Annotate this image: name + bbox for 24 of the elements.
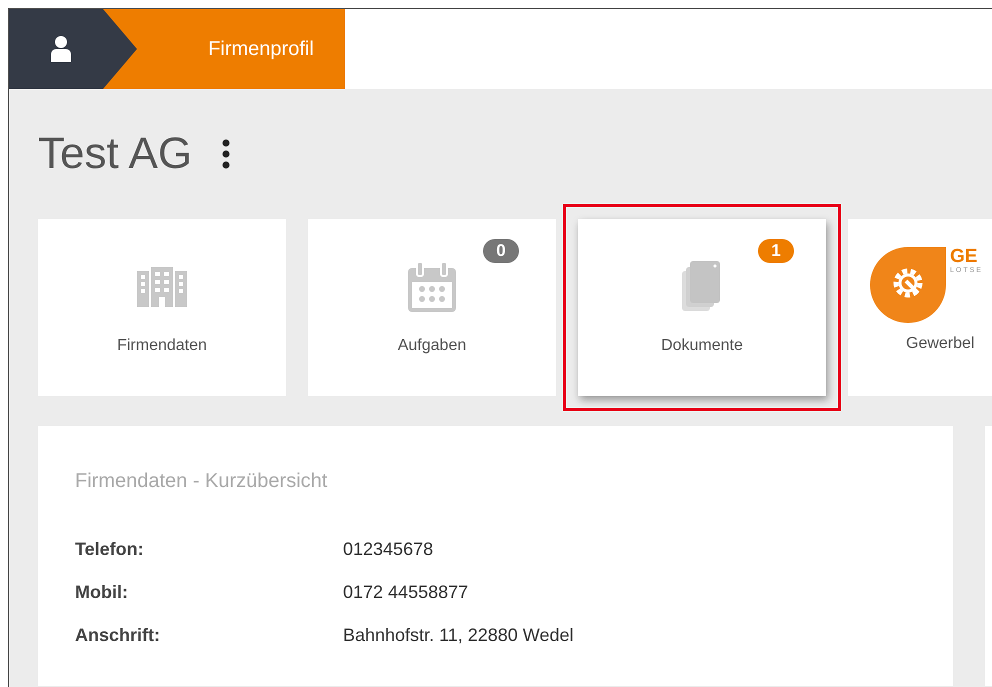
tile-label: Aufgaben (398, 337, 466, 355)
more-options-icon[interactable] (222, 139, 230, 169)
card-title: Firmendaten - Kurzübersicht (75, 470, 328, 493)
field-label: Mobil: (75, 582, 129, 603)
field-value: Bahnhofstr. 11, 22880 Wedel (343, 625, 575, 646)
tile[interactable]: 1 Dokumente (578, 219, 826, 396)
user-icon (50, 35, 72, 63)
field-value: 012345678 (343, 539, 434, 560)
documents-icon (682, 261, 722, 313)
company-name: Test AG (38, 129, 192, 179)
count-badge: 0 (483, 239, 519, 263)
field-value: 0172 44558877 (343, 582, 470, 603)
count-badge: 1 (758, 239, 794, 263)
tile[interactable]: 0 Aufgaben (308, 219, 556, 396)
calendar-icon (407, 262, 457, 312)
tile-label: Dokumente (661, 337, 743, 355)
building-icon (137, 267, 187, 307)
field-label: Telefon: (75, 539, 145, 560)
field-label: Anschrift: (75, 625, 161, 646)
tile-label: Firmendaten (117, 337, 207, 355)
logo-title: GE (950, 247, 978, 267)
tile[interactable]: Firmendaten (38, 219, 286, 396)
gear-wrench-logo-icon (870, 247, 946, 323)
tile-label: Gewerbel (906, 335, 974, 353)
